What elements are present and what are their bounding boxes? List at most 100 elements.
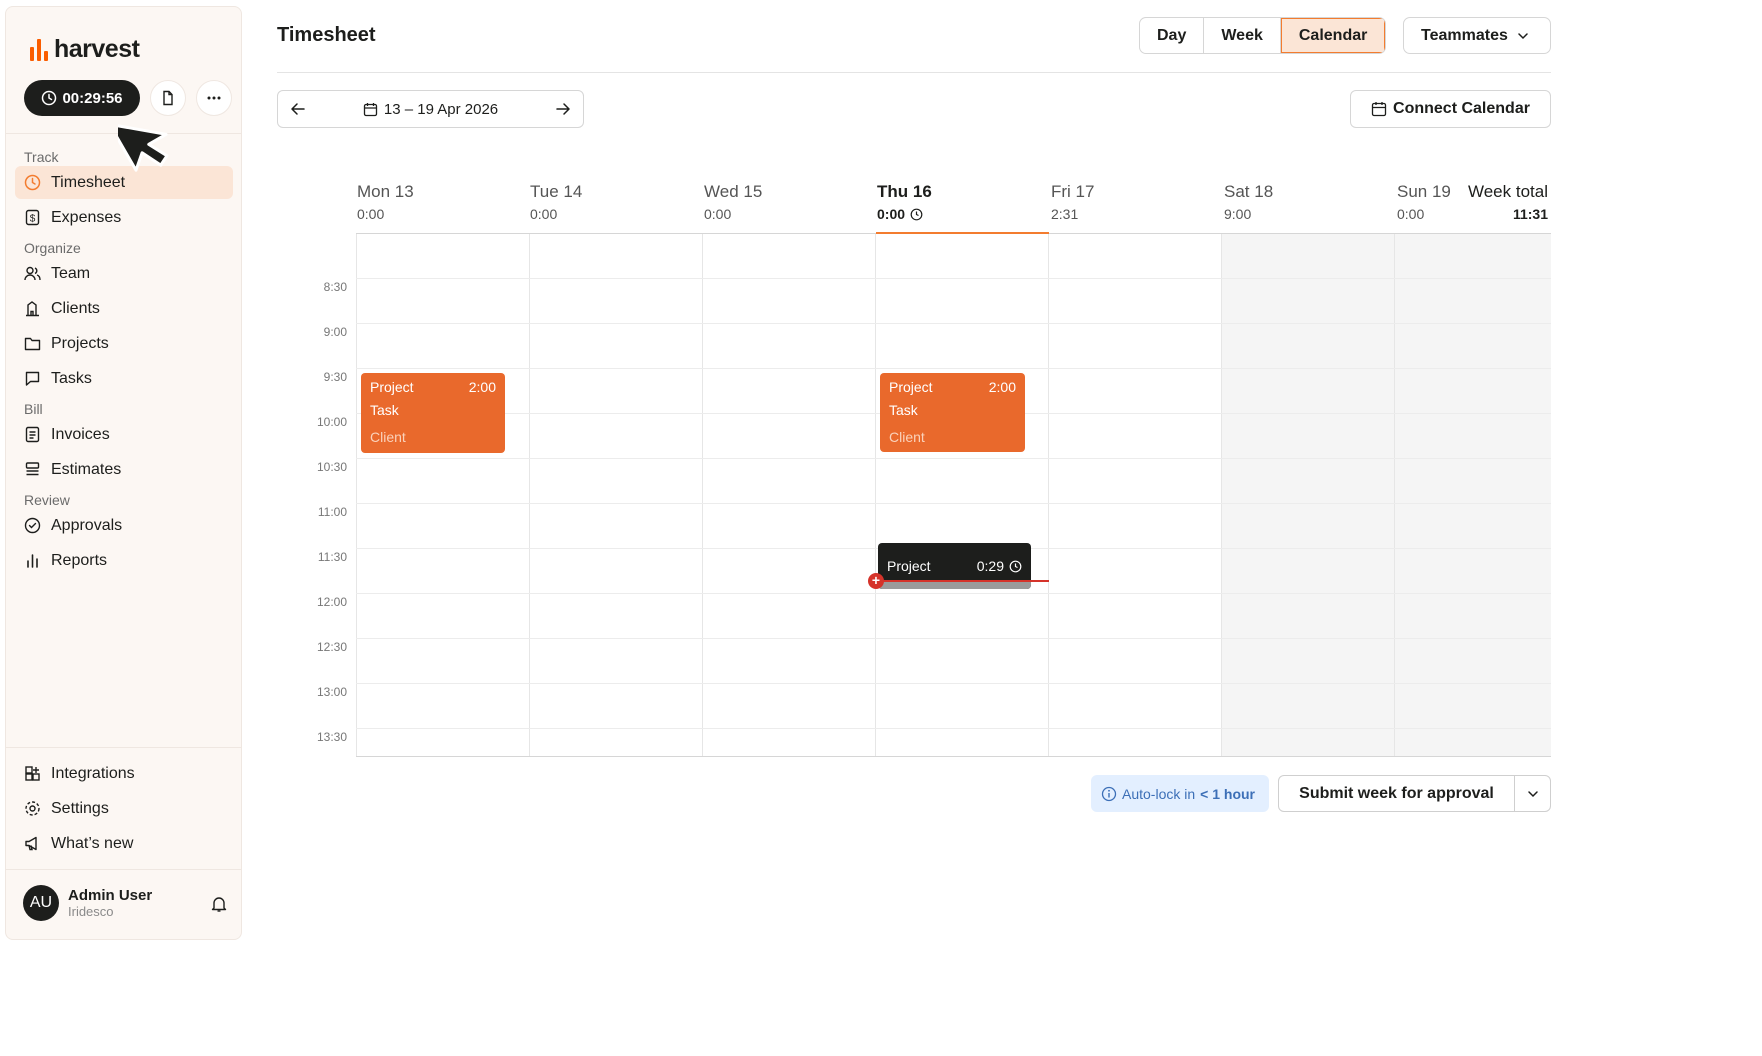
day-header-mon[interactable]: Mon 13 0:00 — [357, 182, 414, 222]
day-name: Sat 18 — [1224, 182, 1274, 201]
more-options-button[interactable] — [196, 80, 232, 116]
add-entry-plus-icon[interactable]: + — [868, 573, 884, 589]
info-icon — [1101, 786, 1117, 801]
section-label-bill: Bill — [24, 401, 43, 417]
sidebar-item-label: Estimates — [51, 460, 122, 478]
check-circle-icon — [24, 517, 41, 534]
day-column-divider — [875, 234, 876, 756]
day-header-tue[interactable]: Tue 14 0:00 — [530, 182, 582, 222]
time-label: 9:30 — [323, 370, 347, 384]
time-label: 9:00 — [323, 325, 347, 339]
day-header-wed[interactable]: Wed 15 0:00 — [704, 182, 762, 222]
sidebar-item-whats-new[interactable]: What’s new — [15, 827, 233, 860]
arrow-right-icon[interactable] — [555, 101, 571, 117]
sidebar-item-projects[interactable]: Projects — [15, 327, 233, 360]
sidebar-item-estimates[interactable]: Estimates — [15, 453, 233, 486]
sidebar-item-label: Team — [51, 264, 91, 282]
hour-gridline — [356, 728, 1551, 729]
entry-duration: 0:29 — [976, 558, 1004, 574]
day-column-divider — [356, 234, 357, 756]
sidebar-item-label: Approvals — [51, 516, 123, 534]
time-label: 8:30 — [323, 280, 347, 294]
receipt-icon: $ — [25, 209, 40, 226]
sidebar-item-settings[interactable]: Settings — [15, 792, 233, 825]
sidebar-item-clients[interactable]: Clients — [15, 292, 233, 325]
sidebar-item-label: Projects — [51, 334, 109, 352]
day-column-divider — [529, 234, 530, 756]
user-name: Admin User — [68, 887, 153, 904]
week-total-label: Week total — [1467, 182, 1548, 201]
day-name: Fri 17 — [1051, 182, 1095, 201]
day-column-divider — [1048, 234, 1049, 756]
notifications-button[interactable] — [210, 895, 228, 918]
day-header-sun[interactable]: Sun 19 0:00 — [1397, 182, 1451, 222]
entry-client: Client — [370, 429, 406, 445]
autolock-notice: Auto-lock in < 1 hour — [1091, 775, 1269, 812]
svg-text:$: $ — [30, 214, 36, 225]
sidebar-item-tasks[interactable]: Tasks — [15, 362, 233, 395]
clock-icon — [910, 208, 923, 220]
entry-project: Project — [889, 379, 933, 395]
sidebar-divider — [6, 869, 241, 870]
sidebar-item-approvals[interactable]: Approvals — [15, 509, 233, 542]
chevron-down-icon — [1518, 32, 1528, 39]
timer-value: 00:29:56 — [62, 89, 123, 107]
sidebar-item-integrations[interactable]: Integrations — [15, 757, 233, 790]
tab-week[interactable]: Week — [1204, 18, 1281, 53]
current-time-line — [876, 580, 1049, 582]
section-label-review: Review — [24, 492, 70, 508]
mouse-cursor-icon — [118, 122, 169, 172]
clock-icon — [42, 90, 57, 106]
teammates-dropdown[interactable]: Teammates — [1403, 17, 1551, 54]
date-range-navigator: 13 – 19 Apr 2026 — [277, 90, 584, 128]
bar-chart-icon — [27, 554, 38, 568]
submit-week-button[interactable]: Submit week for approval — [1279, 776, 1515, 811]
sidebar-divider — [6, 747, 241, 748]
ellipsis-icon — [207, 96, 221, 100]
checkbox-icon — [25, 371, 40, 386]
connect-calendar-button[interactable]: Connect Calendar — [1350, 90, 1551, 128]
day-total: 0:00 — [530, 206, 558, 222]
sidebar-item-team[interactable]: Team — [15, 257, 233, 290]
day-header-fri[interactable]: Fri 17 2:31 — [1051, 182, 1094, 222]
day-header-sat[interactable]: Sat 18 9:00 — [1224, 182, 1273, 222]
teammates-label: Teammates — [1421, 26, 1508, 44]
avatar: AU — [23, 885, 59, 921]
tab-calendar[interactable]: Calendar — [1280, 18, 1386, 53]
harvest-logo[interactable]: harvest — [30, 35, 140, 64]
running-duration-row: 0:29 — [977, 558, 1022, 574]
time-label: 13:30 — [316, 730, 347, 744]
day-header-thu[interactable]: Thu 16 0:00 — [877, 182, 932, 222]
submit-options-button[interactable] — [1515, 776, 1550, 811]
entry-client: Client — [889, 429, 925, 445]
sidebar-item-invoices[interactable]: Invoices — [15, 418, 233, 451]
sidebar-item-label: Clients — [51, 299, 100, 317]
tab-day[interactable]: Day — [1140, 18, 1205, 53]
sidebar-item-reports[interactable]: Reports — [15, 544, 233, 577]
megaphone-icon — [25, 836, 37, 851]
date-range-picker[interactable]: 13 – 19 Apr 2026 — [363, 101, 498, 118]
day-total: 2:31 — [1051, 206, 1079, 222]
day-name: Wed 15 — [704, 182, 763, 201]
calendar-grid[interactable] — [356, 233, 1551, 757]
hour-gridline — [356, 503, 1551, 504]
time-entry-card[interactable]: Project 2:00 Task Client — [880, 373, 1025, 452]
clock-icon — [24, 174, 41, 191]
arrow-left-icon[interactable] — [290, 101, 306, 117]
time-label: 11:00 — [317, 505, 347, 519]
view-switcher: Day Week Calendar — [1139, 17, 1387, 54]
estimate-icon — [25, 462, 40, 476]
time-entry-card[interactable]: Project 2:00 Task Client — [361, 373, 505, 453]
sidebar-item-expenses[interactable]: $ Expenses — [15, 201, 233, 234]
hour-gridline — [356, 683, 1551, 684]
section-label-organize: Organize — [24, 240, 81, 256]
hour-gridline — [356, 638, 1551, 639]
hour-gridline — [356, 458, 1551, 459]
user-profile[interactable]: AU Admin User Iridesco — [23, 885, 152, 921]
sidebar-item-label: Integrations — [51, 764, 135, 782]
date-range-label: 13 – 19 Apr 2026 — [383, 100, 499, 118]
running-entry-resize-handle[interactable] — [878, 582, 1031, 589]
time-label: 10:30 — [316, 460, 347, 474]
people-icon — [24, 266, 41, 281]
day-name: Tue 14 — [530, 182, 583, 201]
